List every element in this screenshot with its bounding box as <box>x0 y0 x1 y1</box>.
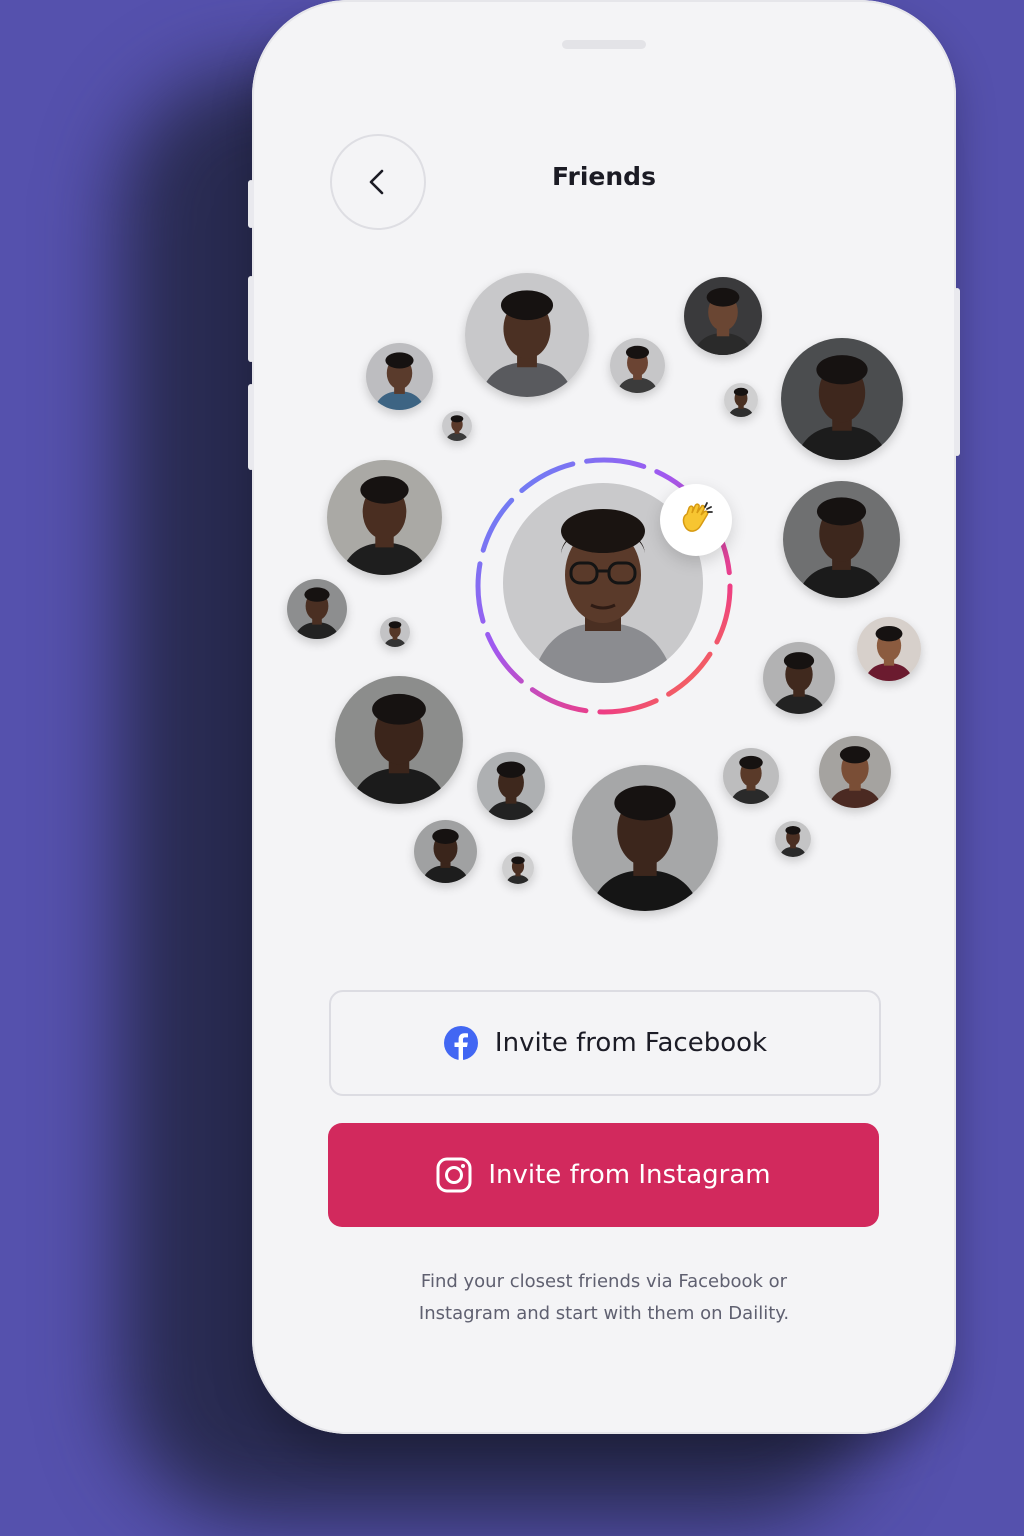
friend-photo <box>327 460 442 575</box>
friend-photo <box>442 411 472 441</box>
waving-hand-icon <box>660 484 732 556</box>
friend-photo <box>775 821 811 857</box>
friend-avatar[interactable] <box>327 460 442 575</box>
friend-photo <box>502 852 534 884</box>
phone-power-button <box>954 288 960 456</box>
page-title: Friends <box>552 162 656 191</box>
friend-avatar[interactable] <box>819 736 891 808</box>
phone-side-button-top <box>248 180 254 228</box>
friend-photo <box>684 277 762 355</box>
friend-avatar[interactable] <box>763 642 835 714</box>
friend-avatar[interactable] <box>723 748 779 804</box>
friend-avatar[interactable] <box>775 821 811 857</box>
phone-side-button-middle <box>248 276 254 362</box>
friend-photo <box>723 748 779 804</box>
phone-screen: Friends Invite from Facebook Invite from… <box>252 0 956 1434</box>
friend-avatar[interactable] <box>724 383 758 417</box>
helper-text-line-2: Instagram and start with them on Daility… <box>418 1303 790 1324</box>
friend-avatar[interactable] <box>287 579 347 639</box>
friend-avatar[interactable] <box>610 338 665 393</box>
friend-photo <box>287 579 347 639</box>
friend-photo <box>414 820 477 883</box>
helper-text-line-1: Find your closest friends via Facebook o… <box>420 1271 788 1292</box>
helper-text: Find your closest friends via Facebook o… <box>372 1266 836 1330</box>
friend-photo <box>819 736 891 808</box>
invite-facebook-button[interactable]: Invite from Facebook <box>329 990 881 1096</box>
friend-photo <box>335 676 463 804</box>
friend-avatar[interactable] <box>414 820 477 883</box>
invite-instagram-button[interactable]: Invite from Instagram <box>328 1123 879 1227</box>
facebook-icon <box>443 1026 478 1060</box>
invite-instagram-label: Invite from Instagram <box>488 1160 771 1190</box>
invite-facebook-label: Invite from Facebook <box>494 1028 768 1058</box>
friend-photo <box>477 752 545 820</box>
friend-avatar[interactable] <box>572 765 718 911</box>
friend-avatar[interactable] <box>781 338 903 460</box>
friend-avatar[interactable] <box>783 481 900 598</box>
friend-photo <box>572 765 718 911</box>
friend-avatar[interactable] <box>477 752 545 820</box>
friend-avatar[interactable] <box>684 277 762 355</box>
chevron-left-icon <box>369 169 384 195</box>
friend-photo <box>783 481 900 598</box>
friend-avatar[interactable] <box>502 852 534 884</box>
back-button[interactable] <box>330 134 426 230</box>
friend-avatar[interactable] <box>335 676 463 804</box>
friend-avatar[interactable] <box>465 273 589 397</box>
friend-avatar[interactable] <box>366 343 433 410</box>
friend-avatar[interactable] <box>380 617 410 647</box>
friend-photo <box>724 383 758 417</box>
friend-photo <box>380 617 410 647</box>
friend-photo <box>610 338 665 393</box>
phone-side-button-lower <box>248 384 254 470</box>
friend-photo <box>465 273 589 397</box>
instagram-icon <box>436 1157 472 1193</box>
friend-photo <box>781 338 903 460</box>
friend-photo <box>366 343 433 410</box>
notch-bar <box>562 40 646 49</box>
friend-photo <box>763 642 835 714</box>
friend-avatar[interactable] <box>857 617 921 681</box>
friend-avatar[interactable] <box>442 411 472 441</box>
friend-photo <box>857 617 921 681</box>
